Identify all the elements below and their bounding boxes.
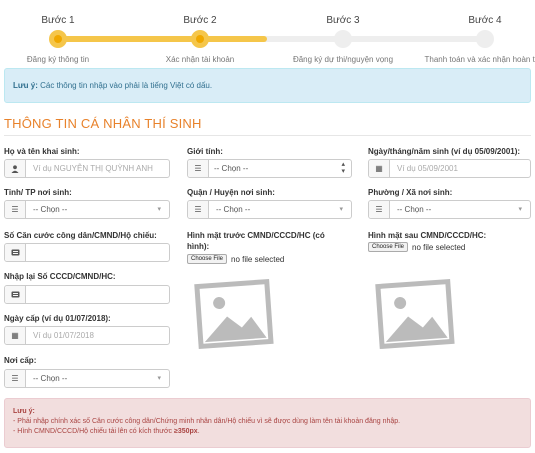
province-select[interactable]: ☰ -- Chọn -- ▾ xyxy=(4,200,170,219)
id-number-label: Số Căn cước công dân/CMND/Hộ chiếu: xyxy=(4,231,157,240)
warning-line-1: - Phải nhập chính xác số Căn cước công d… xyxy=(13,418,401,425)
issue-date-input[interactable]: ▦ Ví dụ 01/07/2018 xyxy=(4,326,170,345)
ward-select-value: -- Chọn -- xyxy=(397,205,432,214)
user-icon xyxy=(5,160,26,177)
stepper-progress xyxy=(55,36,267,42)
gender-select-value: -- Chọn -- xyxy=(214,164,249,173)
step-4-title: Bước 4 xyxy=(468,15,502,26)
id-front-label-line1: Hình mặt trước CMND/CCCD/HC (có xyxy=(187,231,325,240)
id-back-image-placeholder-icon xyxy=(375,278,455,350)
district-label: Quận / Huyện nơi sinh: xyxy=(187,188,275,197)
id-front-file-status: no file selected xyxy=(231,254,285,264)
id-number-input[interactable] xyxy=(4,243,170,262)
fullname-label: Họ và tên khai sinh: xyxy=(4,147,80,156)
step-1-title: Bước 1 xyxy=(41,15,75,26)
step-4-marker xyxy=(476,30,494,48)
ward-label: Phường / Xã nơi sinh: xyxy=(368,188,453,197)
id-back-file-input[interactable]: Choose File no file selected xyxy=(368,242,465,252)
id-card-icon xyxy=(5,244,26,261)
warning-line-2-size: ≥350px xyxy=(174,428,198,435)
issue-place-label: Nơi cấp: xyxy=(4,356,37,365)
dob-input[interactable]: ▦ Ví dụ 05/09/2001 xyxy=(368,159,531,178)
info-alert: Lưu ý: Các thông tin nhập vào phải là ti… xyxy=(4,68,531,103)
id-front-label-line2: hình): xyxy=(187,242,210,251)
calendar-icon: ▦ xyxy=(5,327,26,344)
list-icon: ☰ xyxy=(188,201,209,218)
gender-label: Giới tính: xyxy=(187,147,223,156)
step-4-label: Thanh toán và xác nhận hoàn tất xyxy=(424,55,535,64)
section-divider xyxy=(4,135,531,136)
step-2-marker xyxy=(191,30,209,48)
list-icon: ☰ xyxy=(188,160,209,177)
step-1-label: Đăng ký thông tin xyxy=(26,55,90,64)
id-confirm-input[interactable] xyxy=(4,285,170,304)
fullname-placeholder: Ví dụ NGUYỄN THỊ QUỲNH ANH xyxy=(33,164,153,173)
ward-select[interactable]: ☰ -- Chọn -- ▾ xyxy=(368,200,531,219)
warning-line-2-text: - Hình CMND/CCCD/Hộ chiếu tải lên có kíc… xyxy=(13,428,174,435)
gender-select[interactable]: ☰ -- Chọn -- ▴ ▾ xyxy=(187,159,352,178)
warning-alert: Lưu ý: - Phải nhập chính xác số Căn cước… xyxy=(4,398,531,448)
fullname-input[interactable]: Ví dụ NGUYỄN THỊ QUỲNH ANH xyxy=(4,159,170,178)
updown-icon: ▴ ▾ xyxy=(341,161,345,175)
issue-place-select-value: -- Chọn -- xyxy=(33,374,68,383)
info-alert-text: Các thông tin nhập vào phải là tiếng Việ… xyxy=(37,81,213,90)
dob-placeholder: Ví dụ 05/09/2001 xyxy=(397,164,458,173)
step-2-title: Bước 2 xyxy=(183,15,217,26)
warning-line-2: - Hình CMND/CCCD/Hộ chiếu tải lên có kíc… xyxy=(13,427,522,437)
id-back-file-status: no file selected xyxy=(412,242,466,252)
district-select-value: -- Chọn -- xyxy=(216,205,251,214)
calendar-icon: ▦ xyxy=(369,160,390,177)
chevron-down-icon: ▾ xyxy=(339,206,343,213)
id-front-choose-file-button[interactable]: Choose File xyxy=(187,254,228,264)
list-icon: ☰ xyxy=(5,201,26,218)
province-select-value: -- Chọn -- xyxy=(33,205,68,214)
id-front-file-input[interactable]: Choose File no file selected xyxy=(187,254,284,264)
province-label: Tỉnh/ TP nơi sinh: xyxy=(4,188,72,197)
step-2-label: Xác nhận tài khoản xyxy=(165,55,235,64)
issue-date-placeholder: Ví dụ 01/07/2018 xyxy=(33,331,94,340)
id-confirm-label: Nhập lại Số CCCD/CMND/HC: xyxy=(4,272,116,281)
info-alert-title: Lưu ý: xyxy=(13,81,38,90)
step-3-marker xyxy=(334,30,352,48)
step-3-label: Đăng ký dự thi/nguyện vọng xyxy=(292,55,394,64)
chevron-down-icon: ▾ xyxy=(518,206,522,213)
id-front-label: Hình mặt trước CMND/CCCD/HC (có hình): xyxy=(187,230,325,252)
id-back-choose-file-button[interactable]: Choose File xyxy=(368,242,409,252)
chevron-down-icon: ▾ xyxy=(157,375,161,382)
issue-place-select[interactable]: ☰ -- Chọn -- ▾ xyxy=(4,369,170,388)
list-icon: ☰ xyxy=(369,201,390,218)
id-front-image-placeholder-icon xyxy=(194,278,274,350)
step-1-marker xyxy=(49,30,67,48)
district-select[interactable]: ☰ -- Chọn -- ▾ xyxy=(187,200,352,219)
issue-date-label: Ngày cấp (ví dụ 01/07/2018): xyxy=(4,314,111,323)
warning-line-2-end: . xyxy=(197,428,200,435)
list-icon: ☰ xyxy=(5,370,26,387)
id-back-label: Hình mặt sau CMND/CCCD/HC: xyxy=(368,231,487,240)
chevron-down-icon: ▾ xyxy=(157,206,161,213)
section-title: THÔNG TIN CÁ NHÂN THÍ SINH xyxy=(4,116,202,131)
id-card-icon xyxy=(5,286,26,303)
dob-label: Ngày/tháng/năm sinh (ví dụ 05/09/2001): xyxy=(368,147,521,156)
warning-title: Lưu ý: xyxy=(13,408,35,415)
step-3-title: Bước 3 xyxy=(326,15,360,26)
